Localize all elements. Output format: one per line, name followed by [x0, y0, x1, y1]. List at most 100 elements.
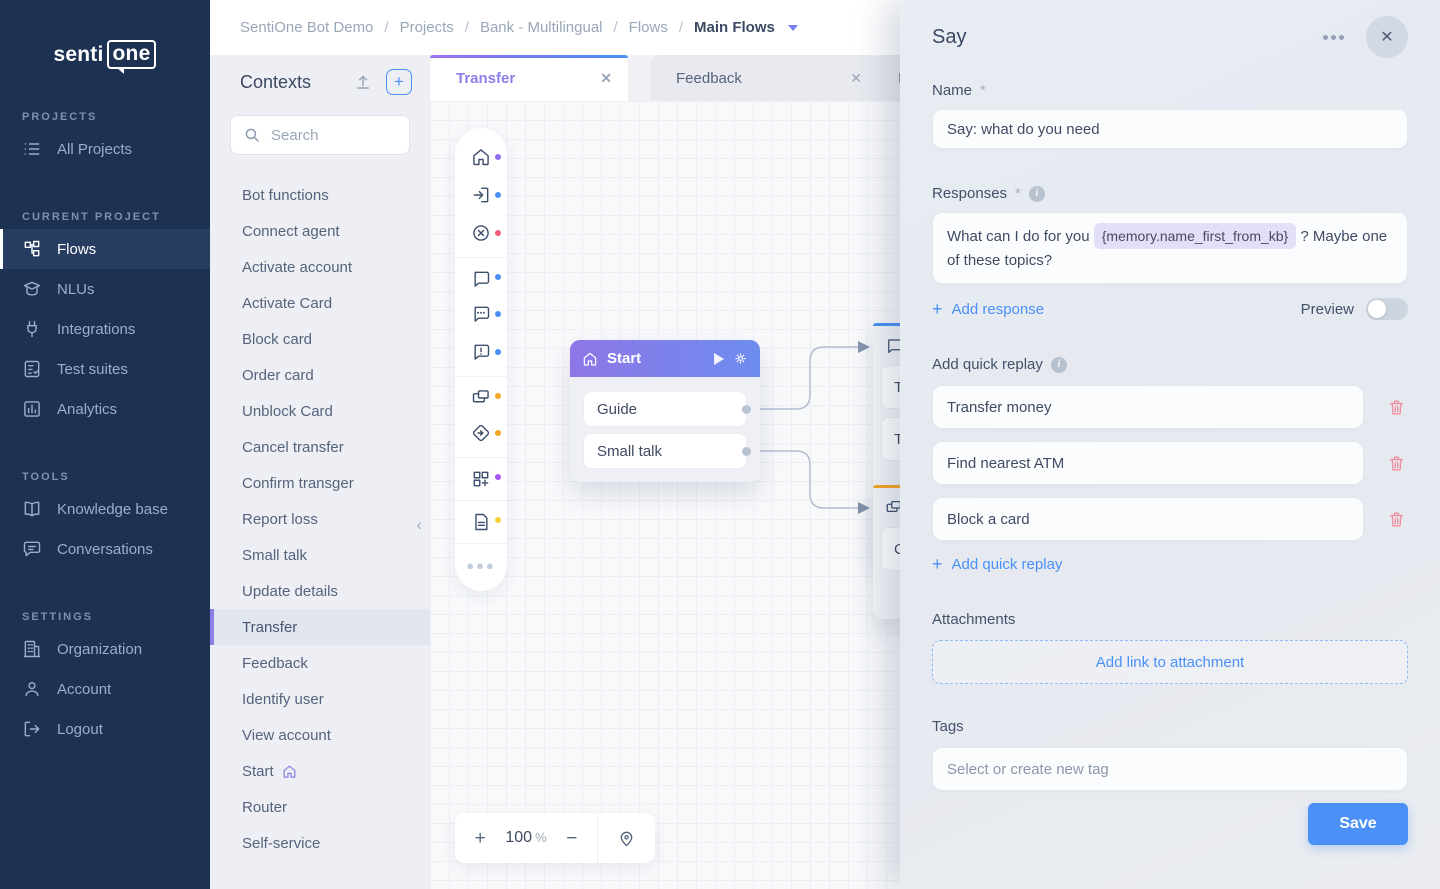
breadcrumb-item[interactable]: Projects	[400, 19, 454, 36]
start-node-header[interactable]: Start	[570, 340, 760, 377]
quick-reply-field[interactable]	[932, 497, 1364, 541]
book-icon	[22, 499, 42, 519]
name-field[interactable]	[932, 109, 1408, 149]
add-quick-reply-button[interactable]: + Add quick replay	[932, 555, 1062, 573]
checklist-icon	[22, 359, 42, 379]
context-item[interactable]: Block card	[210, 321, 430, 357]
red-dot	[495, 230, 501, 236]
sidebar-item-knowledge-base[interactable]: Knowledge base	[0, 489, 210, 529]
sidebar-item-flows[interactable]: Flows	[0, 229, 210, 269]
context-item[interactable]: Bot functions	[210, 177, 430, 213]
context-item[interactable]: Identify user	[210, 681, 430, 717]
sidebar-item-account[interactable]: Account	[0, 669, 210, 709]
sidebar-item-label: Flows	[57, 241, 96, 258]
center-view-button[interactable]	[597, 813, 655, 863]
contexts-panel: Contexts + Bot functions Connect agent A…	[210, 55, 430, 889]
more-options-icon[interactable]	[1323, 35, 1344, 40]
collapse-panel-chevron[interactable]: ‹	[416, 515, 422, 535]
context-item[interactable]: Confirm transger	[210, 465, 430, 501]
section-projects: PROJECTS	[22, 111, 210, 123]
start-node[interactable]: Start Guide Small talk	[570, 340, 760, 482]
delete-quick-reply-button[interactable]	[1364, 454, 1408, 473]
sidebar-item-label: Conversations	[57, 541, 153, 558]
sidebar-item-organization[interactable]: Organization	[0, 629, 210, 669]
sidebar-item-logout[interactable]: Logout	[0, 709, 210, 749]
context-item[interactable]: Activate Card	[210, 285, 430, 321]
breadcrumb-current[interactable]: Main Flows	[694, 19, 775, 36]
palette-entry-node[interactable]	[455, 176, 507, 214]
palette-end-node[interactable]	[455, 214, 507, 252]
context-item[interactable]: Cancel transfer	[210, 429, 430, 465]
start-option-guide[interactable]: Guide	[583, 391, 747, 427]
info-icon[interactable]: i	[1029, 186, 1045, 202]
sidebar-item-analytics[interactable]: Analytics	[0, 389, 210, 429]
add-context-button[interactable]: +	[386, 69, 412, 95]
app-sidebar: senti one PROJECTS All Projects CURRENT …	[0, 0, 210, 889]
save-button[interactable]: Save	[1308, 803, 1408, 845]
panel-title: Say	[932, 26, 1323, 49]
tags-field[interactable]	[932, 747, 1408, 791]
sidebar-item-all-projects[interactable]: All Projects	[0, 129, 210, 169]
plug-icon	[22, 319, 42, 339]
sidebar-item-label: Knowledge base	[57, 501, 168, 518]
tab-transfer[interactable]: Transfer ✕	[430, 55, 628, 101]
sidebar-item-test-suites[interactable]: Test suites	[0, 349, 210, 389]
breadcrumb-item[interactable]: SentiOne Bot Demo	[240, 19, 373, 36]
sidebar-item-label: NLUs	[57, 281, 95, 298]
sidebar-item-label: All Projects	[57, 141, 132, 158]
preview-toggle[interactable]	[1366, 298, 1408, 320]
flows-icon	[22, 239, 42, 259]
palette-start-node[interactable]	[455, 138, 507, 176]
close-tab-icon[interactable]: ✕	[586, 70, 612, 87]
context-item-start[interactable]: Start	[210, 753, 430, 789]
context-item[interactable]: Connect agent	[210, 213, 430, 249]
quick-replies-label: Add quick replay i	[932, 356, 1408, 373]
close-icon[interactable]: ✕	[1366, 16, 1408, 58]
sidebar-item-conversations[interactable]: Conversations	[0, 529, 210, 569]
chevron-down-icon[interactable]	[788, 25, 798, 31]
context-item[interactable]: Activate account	[210, 249, 430, 285]
context-item[interactable]: Small talk	[210, 537, 430, 573]
memory-variable-chip[interactable]: {memory.name_first_from_kb}	[1094, 223, 1296, 249]
palette-notify-node[interactable]	[455, 333, 507, 371]
palette-redirect-node[interactable]	[455, 414, 507, 452]
play-icon[interactable]	[714, 353, 724, 365]
add-response-button[interactable]: + Add response	[932, 300, 1044, 318]
context-item[interactable]: Feedback	[210, 645, 430, 681]
context-item[interactable]: Report loss	[210, 501, 430, 537]
quick-reply-field[interactable]	[932, 385, 1364, 429]
palette-ask-node[interactable]	[455, 295, 507, 333]
response-editor[interactable]: What can I do for you {memory.name_first…	[932, 212, 1408, 284]
delete-quick-reply-button[interactable]	[1364, 510, 1408, 529]
zoom-in-button[interactable]: +	[475, 829, 486, 848]
tab-feedback[interactable]: Feedback ✕	[650, 55, 878, 101]
start-option-small-talk[interactable]: Small talk	[583, 433, 747, 469]
context-item[interactable]: Unblock Card	[210, 393, 430, 429]
palette-more-button[interactable]: ●●●	[455, 543, 507, 581]
palette-say-node[interactable]	[455, 257, 507, 295]
sidebar-item-nlus[interactable]: NLUs	[0, 269, 210, 309]
breadcrumb-item[interactable]: Flows	[629, 19, 668, 36]
info-icon[interactable]: i	[1051, 357, 1067, 373]
gear-icon[interactable]	[733, 351, 748, 366]
quick-reply-field[interactable]	[932, 441, 1364, 485]
add-attachment-button[interactable]: Add link to attachment	[932, 640, 1408, 684]
context-item[interactable]: Update details	[210, 573, 430, 609]
upload-icon[interactable]	[354, 73, 372, 91]
palette-integration-node[interactable]	[455, 457, 507, 495]
close-tab-icon[interactable]: ✕	[836, 70, 862, 87]
chat-node-icon	[471, 269, 491, 289]
context-item[interactable]: View account	[210, 717, 430, 753]
connector-port[interactable]	[742, 447, 751, 456]
delete-quick-reply-button[interactable]	[1364, 398, 1408, 417]
context-item[interactable]: Order card	[210, 357, 430, 393]
context-item[interactable]: Router	[210, 789, 430, 825]
palette-subflow-node[interactable]	[455, 376, 507, 414]
breadcrumb-item[interactable]: Bank - Multilingual	[480, 19, 603, 36]
sidebar-item-integrations[interactable]: Integrations	[0, 309, 210, 349]
zoom-out-button[interactable]: −	[566, 829, 577, 848]
context-item[interactable]: Self-service	[210, 825, 430, 861]
context-item-transfer-active[interactable]: Transfer	[210, 609, 430, 645]
palette-note-node[interactable]	[455, 500, 507, 538]
connector-port[interactable]	[742, 405, 751, 414]
